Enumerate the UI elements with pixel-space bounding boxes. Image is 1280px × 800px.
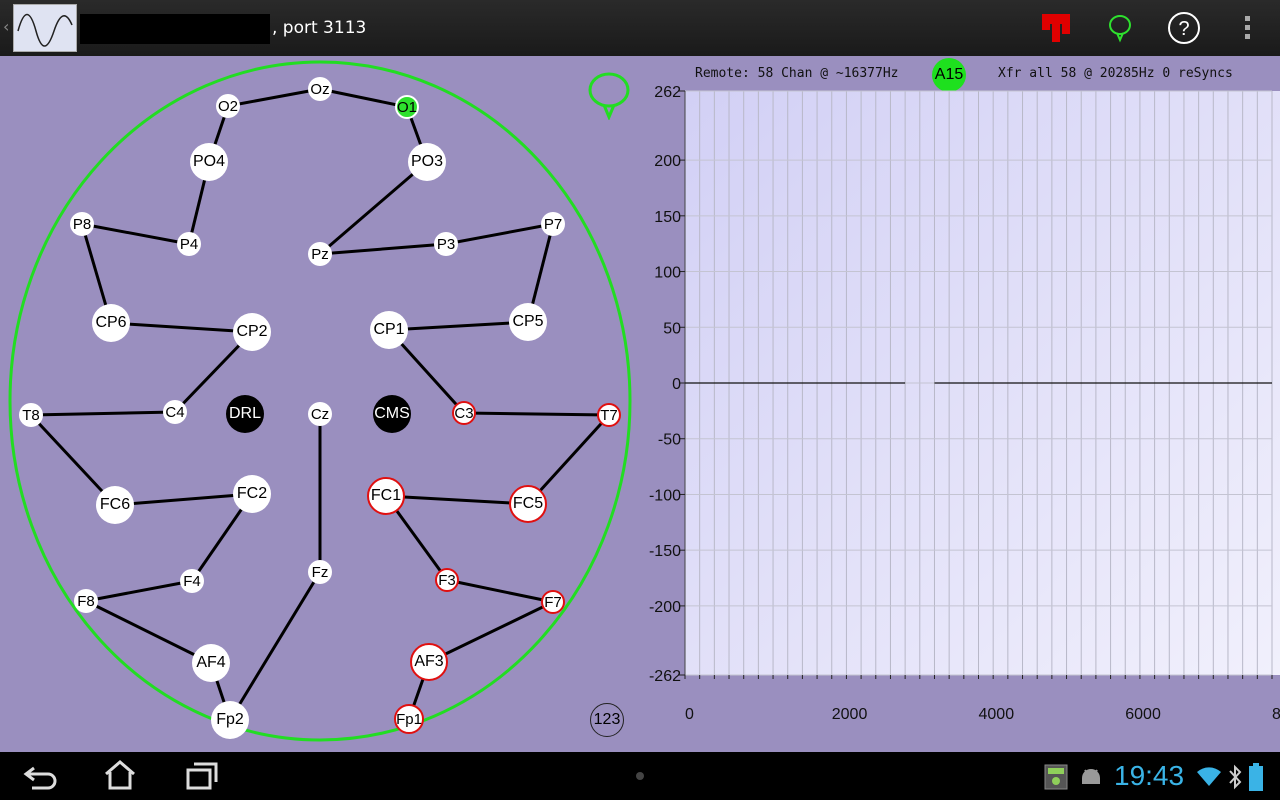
electrode-CP2[interactable]: CP2	[233, 313, 271, 351]
electrode-FC2[interactable]: FC2	[233, 475, 271, 513]
electrode-DRL[interactable]: DRL	[226, 395, 264, 433]
electrode-Cz[interactable]: Cz	[308, 402, 332, 426]
home-icon[interactable]	[100, 758, 140, 792]
back-icon[interactable]	[20, 760, 60, 792]
y-tick-label: 262	[654, 84, 681, 101]
up-caret-icon[interactable]: ‹	[3, 17, 9, 36]
electrode-T8[interactable]: T8	[19, 403, 43, 427]
action-bar: ‹ , port 3113 ?	[0, 0, 1280, 57]
electrode-CP6[interactable]: CP6	[92, 304, 130, 342]
electrode-CP1[interactable]: CP1	[370, 311, 408, 349]
electrode-AF3[interactable]: AF3	[410, 643, 448, 681]
electrode-F8[interactable]: F8	[74, 589, 98, 613]
electrode-F7[interactable]: F7	[541, 590, 565, 614]
y-tick-label: -262	[649, 668, 681, 685]
electrode-Fp2[interactable]: Fp2	[211, 701, 249, 739]
y-tick-label: 200	[654, 153, 681, 170]
electrode-FC6[interactable]: FC6	[96, 486, 134, 524]
electrode-F4[interactable]: F4	[180, 569, 204, 593]
electrode-CP5[interactable]: CP5	[509, 303, 547, 341]
x-tick-label: 4000	[979, 706, 1015, 723]
sd-card-icon	[1044, 764, 1068, 790]
electrode-P7[interactable]: P7	[541, 212, 565, 236]
help-icon[interactable]: ?	[1166, 10, 1202, 46]
electrode-O1[interactable]: O1	[395, 95, 419, 119]
electrode-Fp1[interactable]: Fp1	[394, 704, 424, 734]
electrode-FC5[interactable]: FC5	[509, 485, 547, 523]
head-outline-ring	[8, 60, 632, 742]
overflow-menu-icon[interactable]	[1230, 10, 1266, 46]
signal-status-bubble-icon[interactable]	[586, 70, 632, 121]
numeric-toggle-button[interactable]: 123	[590, 703, 624, 737]
channel-bars-icon[interactable]	[1038, 10, 1074, 46]
y-tick-label: -50	[658, 432, 681, 449]
redacted-hostname	[80, 14, 270, 44]
electrode-AF4[interactable]: AF4	[192, 644, 230, 682]
y-tick-label: -100	[649, 487, 681, 504]
battery-icon	[1248, 762, 1264, 792]
signal-bubble-icon[interactable]	[1102, 10, 1138, 46]
help-glyph: ?	[1178, 18, 1189, 40]
y-tick-label: -150	[649, 543, 681, 560]
electrode-P8[interactable]: P8	[70, 212, 94, 236]
wifi-icon	[1196, 766, 1222, 788]
y-tick-label: 0	[672, 376, 681, 393]
electrode-P3[interactable]: P3	[434, 232, 458, 256]
electrode-PO3[interactable]: PO3	[408, 143, 446, 181]
electrode-C4[interactable]: C4	[163, 400, 187, 424]
electrode-C3[interactable]: C3	[452, 401, 476, 425]
nav-dot	[636, 772, 644, 780]
page-title: , port 3113	[272, 18, 367, 38]
electrode-FC1[interactable]: FC1	[367, 477, 405, 515]
x-tick-label: 0	[685, 706, 694, 723]
recent-apps-icon[interactable]	[182, 760, 222, 792]
electrode-F3[interactable]: F3	[435, 568, 459, 592]
x-tick-label: 800	[1272, 706, 1280, 723]
electrode-T7[interactable]: T7	[597, 403, 621, 427]
system-nav-bar: 19:43	[0, 752, 1280, 800]
x-tick-label: 2000	[832, 706, 868, 723]
android-debug-icon	[1078, 764, 1104, 788]
electrode-P4[interactable]: P4	[177, 232, 201, 256]
electrode-Fz[interactable]: Fz	[308, 560, 332, 584]
electrode-Pz[interactable]: Pz	[308, 242, 332, 266]
electrode-PO4[interactable]: PO4	[190, 143, 228, 181]
electrode-headmap: Oz O2 O1 PO4 PO3 P8 P4 Pz P3 P7 CP6 CP2 …	[0, 56, 640, 752]
electrode-CMS[interactable]: CMS	[373, 395, 411, 433]
y-tick-label: 50	[663, 320, 681, 337]
status-clock: 19:43	[1114, 760, 1185, 791]
signal-plot[interactable]: 262 200 150 100 50 0 -50 -100 -150 -200 -262 0 2000…	[640, 56, 1280, 752]
y-tick-label: 100	[654, 265, 681, 282]
main-area: Oz O2 O1 PO4 PO3 P8 P4 Pz P3 P7 CP6 CP2 …	[0, 56, 1280, 752]
x-axis-ticks: 0 2000 4000 6000 800	[684, 675, 1280, 723]
electrode-Oz[interactable]: Oz	[308, 77, 332, 101]
y-axis-ticks: 262 200 150 100 50 0 -50 -100 -150 -200 -262	[649, 84, 685, 685]
y-tick-label: 150	[654, 209, 681, 226]
bluetooth-icon	[1228, 764, 1242, 790]
x-tick-label: 6000	[1125, 706, 1161, 723]
y-tick-label: -200	[649, 599, 681, 616]
app-waveform-icon[interactable]	[13, 4, 77, 52]
electrode-O2[interactable]: O2	[216, 94, 240, 118]
